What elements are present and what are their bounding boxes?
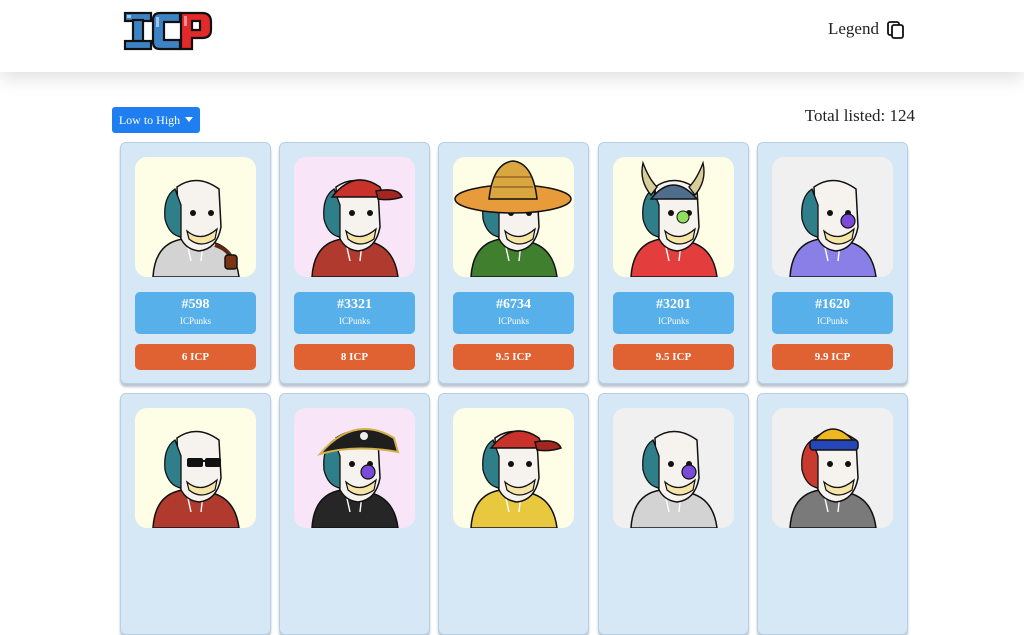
punk-image[interactable] bbox=[772, 408, 893, 528]
collection-name: ICPunks bbox=[816, 316, 848, 326]
collection-name: ICPunks bbox=[179, 316, 211, 326]
punk-image[interactable] bbox=[294, 157, 415, 277]
punk-image[interactable] bbox=[453, 408, 574, 528]
listing-card[interactable] bbox=[279, 393, 430, 635]
collection-name: ICPunks bbox=[338, 316, 370, 326]
icp-logo[interactable] bbox=[122, 9, 214, 53]
listing-card[interactable]: #1620 ICPunks 9.9 ICP bbox=[757, 142, 908, 384]
token-id-box: #598 ICPunks bbox=[135, 292, 256, 334]
collection-name: ICPunks bbox=[497, 316, 529, 326]
listing-card[interactable]: #3321 ICPunks 8 ICP bbox=[279, 142, 430, 384]
price-button[interactable]: 6 ICP bbox=[135, 344, 256, 370]
punk-image[interactable] bbox=[613, 408, 734, 528]
token-id-box: #1620 ICPunks bbox=[772, 292, 893, 334]
punk-image[interactable] bbox=[135, 157, 256, 277]
listing-card[interactable] bbox=[757, 393, 908, 635]
token-id: #3321 bbox=[337, 297, 372, 312]
punk-image[interactable] bbox=[772, 157, 893, 277]
listing-card[interactable]: #6734 ICPunks 9.5 ICP bbox=[438, 142, 589, 384]
total-listed: Total listed: 124 bbox=[804, 106, 915, 125]
price-button[interactable]: 9.5 ICP bbox=[453, 344, 574, 370]
sort-label: Low to High bbox=[118, 112, 181, 127]
token-id-box: #6734 ICPunks bbox=[453, 292, 574, 334]
listing-card[interactable]: #3201 ICPunks 9.5 ICP bbox=[598, 142, 749, 384]
token-id-box: #3321 ICPunks bbox=[294, 292, 415, 334]
token-id: #598 bbox=[181, 297, 210, 312]
caret-down-icon bbox=[185, 116, 194, 122]
copy-icon[interactable] bbox=[886, 20, 906, 40]
price-button[interactable]: 9.9 ICP bbox=[772, 344, 893, 370]
token-id: #6734 bbox=[496, 297, 531, 312]
price-button[interactable]: 8 ICP bbox=[294, 344, 415, 370]
top-navbar: Legend bbox=[0, 0, 1024, 72]
listing-card[interactable]: #598 ICPunks 6 ICP bbox=[120, 142, 271, 384]
listing-card[interactable] bbox=[120, 393, 271, 635]
sort-dropdown-button[interactable]: Low to High bbox=[112, 107, 200, 133]
token-id: #3201 bbox=[656, 297, 691, 312]
listing-card[interactable] bbox=[598, 393, 749, 635]
price-button[interactable]: 9.5 ICP bbox=[613, 344, 734, 370]
token-id-box: #3201 ICPunks bbox=[613, 292, 734, 334]
punk-image[interactable] bbox=[294, 408, 415, 528]
listing-card[interactable] bbox=[438, 393, 589, 635]
collection-name: ICPunks bbox=[657, 316, 689, 326]
punk-image[interactable] bbox=[613, 157, 734, 277]
punk-image[interactable] bbox=[453, 157, 574, 277]
legend-link[interactable]: Legend bbox=[828, 19, 879, 39]
token-id: #1620 bbox=[815, 297, 850, 312]
punk-image[interactable] bbox=[135, 408, 256, 528]
